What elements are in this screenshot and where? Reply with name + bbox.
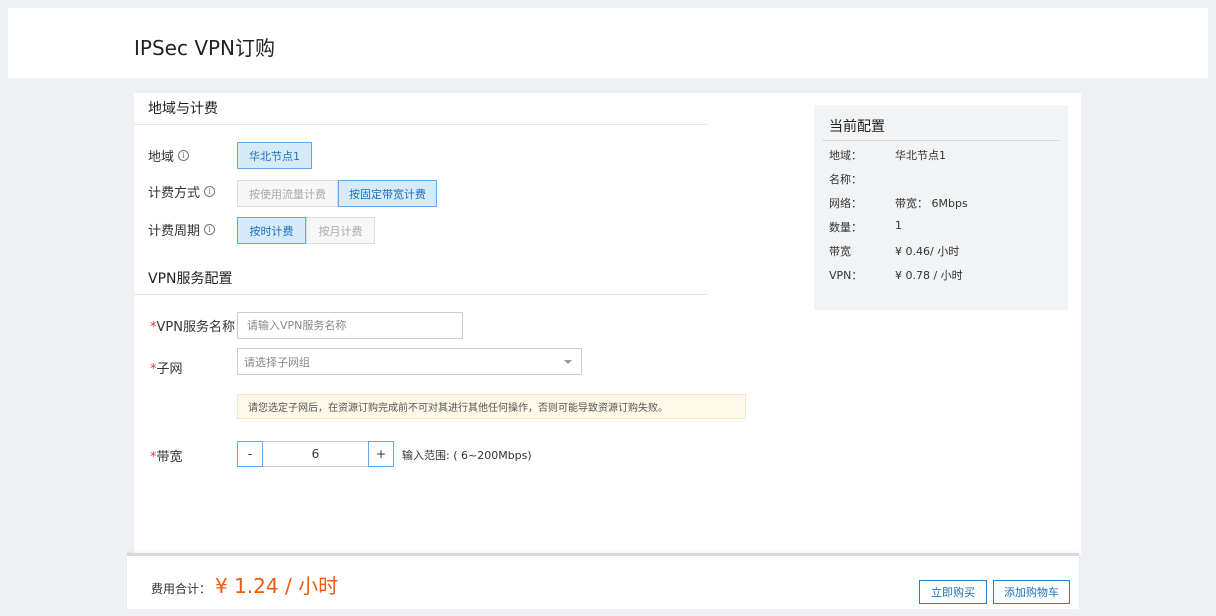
caret-down-icon [564,360,572,364]
subnet-select[interactable]: 请选择子网组 [237,348,582,375]
bandwidth-decrement-button[interactable]: - [237,441,263,467]
bandwidth-value-input[interactable]: 6 [263,441,368,467]
subnet-notice: 请您选定子网后，在资源订购完成前不可对其进行其他任何操作，否则可能导致资源订购失… [237,394,746,419]
order-footer: 费用合计： ¥ 1.24 / 小时 立即购买 添加购物车 [127,553,1079,609]
billing-method-label-text: 计费方式 [148,186,201,201]
page-title: IPSec VPN订购 [134,36,276,60]
section-title-region-billing: 地域与计费 [148,101,218,117]
bandwidth-increment-button[interactable]: + [368,441,394,467]
subnet-select-placeholder: 请选择子网组 [244,355,310,369]
section-title-vpn-config: VPN服务配置 [148,271,233,287]
config-value-network: 带宽： 6Mbps [895,197,968,210]
bandwidth-range-text: 输入范围: ( 6~200Mbps) [402,449,532,462]
section-divider [134,124,707,125]
total-cost-label: 费用合计： [151,582,212,596]
billing-cycle-monthly[interactable]: 按月计费 [306,217,375,244]
region-label: 地域 i [148,146,190,165]
vpn-name-input[interactable] [237,312,463,339]
config-divider [822,140,1060,141]
billing-cycle-label: 计费周期 i [148,220,216,239]
billing-method-fixed-bandwidth[interactable]: 按固定带宽计费 [338,180,437,207]
config-value-quantity: 1 [895,219,902,232]
current-config-panel: 当前配置 地域： 华北节点1 名称： 网络： 带宽： 6Mbps 数量： 1 带… [814,105,1068,310]
subnet-label: *子网 [150,358,183,377]
config-key-network: 网络： [829,197,862,210]
info-icon[interactable]: i [178,150,190,161]
info-icon[interactable]: i [204,186,216,197]
config-key-region: 地域： [829,149,862,162]
config-key-bandwidth-price: 带宽 [829,245,851,258]
config-value-region: 华北节点1 [895,149,946,162]
config-key-quantity: 数量： [829,221,862,234]
config-key-name: 名称： [829,173,862,186]
subnet-label-text: 子网 [156,362,183,377]
billing-method-traffic[interactable]: 按使用流量计费 [237,180,338,207]
bandwidth-label-text: 带宽 [156,450,183,465]
info-icon[interactable]: i [204,224,216,235]
section-divider [134,294,707,295]
total-cost-value: ¥ 1.24 / 小时 [215,574,339,598]
buy-now-button[interactable]: 立即购买 [919,580,987,604]
billing-cycle-label-text: 计费周期 [148,224,201,239]
subnet-notice-text: 请您选定子网后，在资源订购完成前不可对其进行其他任何操作，否则可能导致资源订购失… [248,403,668,414]
current-config-title: 当前配置 [829,119,885,135]
vpn-name-label-text: VPN服务名称 [156,320,235,335]
billing-cycle-hourly[interactable]: 按时计费 [237,217,306,244]
config-value-vpn-price: ¥ 0.78 / 小时 [895,269,963,282]
bandwidth-label: *带宽 [150,446,183,465]
billing-method-label: 计费方式 i [148,182,216,201]
page-header: IPSec VPN订购 [8,8,1208,78]
config-key-vpn-price: VPN： [829,269,863,282]
config-value-bandwidth-price: ¥ 0.46/ 小时 [895,245,960,258]
region-label-text: 地域 [148,150,175,165]
vpn-name-label: *VPN服务名称 [150,316,235,335]
add-to-cart-button[interactable]: 添加购物车 [993,580,1070,604]
region-option-north-1[interactable]: 华北节点1 [237,142,312,169]
